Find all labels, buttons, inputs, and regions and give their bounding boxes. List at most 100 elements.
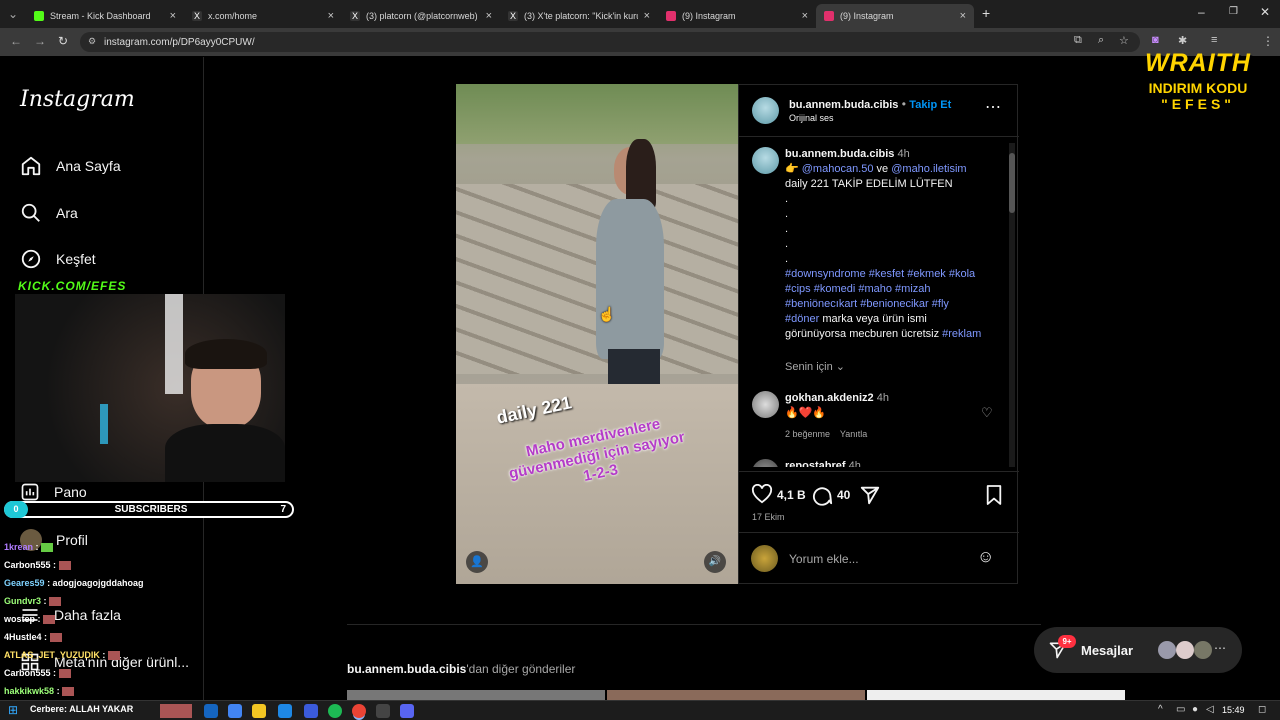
compass-icon [21, 249, 41, 269]
more-post-thumb[interactable] [867, 690, 1125, 700]
close-tab-icon[interactable]: × [170, 10, 176, 22]
network-icon[interactable]: ▭ [1176, 704, 1185, 715]
comment-icon[interactable] [811, 484, 833, 506]
avatar [1176, 641, 1194, 659]
tray-chevron-icon[interactable]: ^ [1158, 704, 1163, 715]
pointing-hand-icon: 👉 [785, 163, 799, 175]
streamer-body [165, 424, 285, 482]
bookmark-star-icon[interactable]: ☆ [1119, 34, 1129, 47]
outlook-icon[interactable] [278, 704, 292, 718]
close-tab-icon[interactable]: × [328, 10, 334, 22]
save-bookmark-icon[interactable] [985, 484, 1003, 506]
comment-like-icon[interactable]: ♡ [981, 405, 993, 421]
close-tab-icon[interactable]: × [960, 10, 966, 22]
comment-count[interactable]: 40 [837, 488, 850, 502]
tab-platcorn[interactable]: X (3) platcorn (@platcornweb) / X × [342, 4, 500, 28]
emoji-icon[interactable]: ☺ [977, 547, 994, 567]
notification-icon[interactable]: ◻ [1258, 704, 1266, 715]
maximize-icon[interactable]: ❐ [1229, 6, 1238, 17]
app-icon[interactable] [228, 704, 242, 718]
like-heart-icon[interactable] [751, 484, 773, 504]
share-icon[interactable] [859, 484, 881, 506]
zoom-icon[interactable]: ⌕ [1098, 34, 1104, 47]
menu-icon[interactable]: ⋮ [1262, 34, 1274, 48]
install-icon[interactable]: ⧉ [1074, 34, 1082, 47]
chat-message: 4Hustle4 : [4, 632, 62, 643]
start-icon[interactable]: ⊞ [8, 703, 18, 717]
chat-message: Carbon555 : [4, 668, 71, 679]
site-info-icon[interactable]: ⚙ [88, 36, 96, 47]
url-input[interactable]: ⚙ instagram.com/p/DP6ayy0CPUW/ [80, 32, 1140, 52]
minimize-icon[interactable]: – [1198, 5, 1205, 19]
spotify-icon[interactable] [328, 704, 342, 718]
mic-icon[interactable]: ● [1192, 704, 1198, 715]
close-tab-icon[interactable]: × [644, 10, 650, 22]
instagram-logo[interactable]: Instagram [20, 87, 135, 112]
obs-icon[interactable] [376, 704, 390, 718]
edge-icon[interactable] [204, 704, 218, 718]
chrome-icon[interactable] [352, 704, 366, 718]
for-you-toggle[interactable]: Senin için ⌄ [785, 360, 845, 373]
commenter-avatar[interactable] [752, 459, 779, 467]
app-icon[interactable] [304, 704, 318, 718]
volume-icon[interactable]: ◁ [1206, 704, 1214, 715]
follow-button[interactable]: Takip Et [909, 99, 951, 111]
more-post-thumb[interactable] [607, 690, 865, 700]
tab-platcorn-post[interactable]: X(3) X'te platcorn: "Kick'in kurucu× [500, 4, 658, 28]
author-username[interactable]: bu.annem.buda.cibis [789, 99, 898, 111]
emote-icon [62, 687, 75, 697]
author-avatar[interactable] [752, 97, 779, 124]
comment-input[interactable]: Yorum ekle... [789, 552, 859, 566]
back-icon[interactable]: ← [10, 34, 22, 48]
reload-icon[interactable]: ↻ [58, 34, 68, 48]
nav-search[interactable]: Ara [20, 202, 78, 224]
comment: gokhan.akdeniz2 4h 🔥❤️🔥 2 beğenme Yanıtl… [785, 392, 889, 439]
promo-line-2: "EFES" [1161, 96, 1235, 112]
more-posts-heading: bu.annem.buda.cibis'dan diğer gönderiler [347, 662, 576, 676]
media-icon[interactable]: ≡ [1211, 34, 1217, 46]
post-caption: bu.annem.buda.cibis 4h 👉 @mahocan.50 ve … [785, 148, 982, 340]
forward-icon[interactable]: → [34, 34, 46, 48]
tagged-user-icon[interactable]: 👤 [466, 551, 488, 573]
more-options-icon[interactable]: ⋯ [985, 97, 1001, 117]
extension-icon[interactable]: ◙ [1152, 34, 1159, 46]
new-tab-icon[interactable]: + [982, 5, 990, 21]
author-avatar[interactable] [752, 147, 779, 174]
nav-home[interactable]: Ana Sayfa [20, 155, 121, 177]
messages-button[interactable]: 9+ Mesajlar ⋯ [1034, 627, 1242, 673]
post-video[interactable]: daily 221 Maho merdivenlere güvenmediği i… [456, 84, 738, 584]
sound-icon[interactable]: 🔊 [704, 551, 726, 573]
tab-x-home[interactable]: Xx.com/home × [184, 4, 342, 28]
tab-kick-dashboard[interactable]: Stream - Kick Dashboard × [26, 4, 184, 28]
file-explorer-icon[interactable] [252, 704, 266, 718]
post-date: 17 Ekim [752, 512, 785, 522]
close-tab-icon[interactable]: × [486, 10, 492, 22]
address-bar-row: ← → ↻ ⚙ instagram.com/p/DP6ayy0CPUW/ ⧉ ⌕… [0, 28, 1280, 56]
extensions-puzzle-icon[interactable]: ✱ [1178, 34, 1187, 47]
like-count[interactable]: 4,1 B [777, 488, 806, 502]
more-dots-icon: ⋯ [1214, 641, 1226, 655]
post-side-panel: bu.annem.buda.cibis • Takip Et Orijinal … [738, 84, 1019, 584]
tab-instagram-1[interactable]: (9) Instagram × [658, 4, 816, 28]
close-tab-icon[interactable]: × [802, 10, 808, 22]
stream-chat: 1krean : Carbon555 : Geares59 : adogjoag… [0, 536, 200, 700]
close-window-icon[interactable]: ✕ [1260, 5, 1270, 19]
discord-icon[interactable] [400, 704, 414, 718]
more-post-thumb[interactable] [347, 690, 605, 700]
commenter-avatar[interactable] [752, 391, 779, 418]
sponsor-promo: WRAITH INDIRIM KODU "EFES" [1130, 49, 1266, 112]
windows-taskbar: ⊞ Cerbere: ALLAH YAKAR ^ ▭ ● ◁ 15:49 ◻ [0, 700, 1280, 720]
emote-icon [58, 561, 71, 571]
tab-instagram-2[interactable]: (9) Instagram × [816, 4, 974, 28]
light-panel [165, 294, 183, 394]
chat-message: Carbon555 : [4, 560, 71, 571]
comments-scrollbar[interactable] [1009, 143, 1015, 467]
x-icon: X [192, 11, 202, 21]
comment-likes[interactable]: 2 beğenme [785, 429, 830, 439]
clock[interactable]: 15:49 [1222, 705, 1245, 715]
reply-button[interactable]: Yanıtla [840, 429, 867, 439]
audio-label[interactable]: Orijinal ses [789, 113, 834, 123]
nav-dashboard[interactable]: Pano [20, 482, 87, 502]
tab-search-icon[interactable]: ⌄ [8, 7, 18, 21]
nav-explore[interactable]: Keşfet [20, 248, 96, 270]
